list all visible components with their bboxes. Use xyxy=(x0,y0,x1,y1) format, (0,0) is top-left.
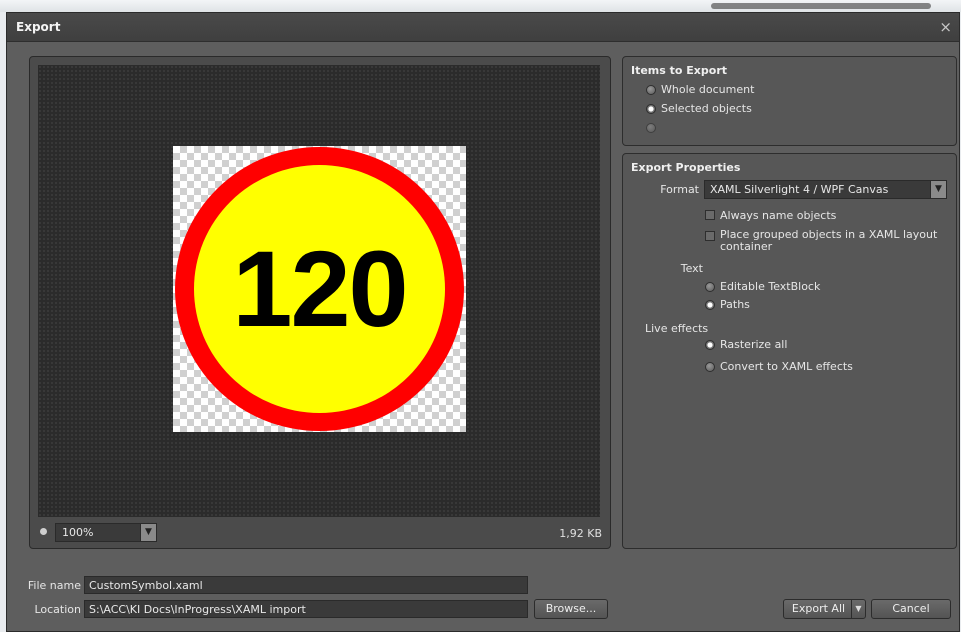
export-dialog: Export × 120 100% ▼ 1,92 KB Items to Exp… xyxy=(6,12,960,632)
radio-convert-xaml-effects[interactable] xyxy=(705,362,715,372)
format-label: Format xyxy=(660,183,699,196)
export-all-button[interactable]: Export All ▼ xyxy=(783,599,866,619)
window-shadow xyxy=(711,3,931,9)
speed-sign-ring: 120 xyxy=(175,147,464,431)
checkbox-always-name-objects[interactable] xyxy=(705,210,715,220)
transparency-checkerboard: 120 xyxy=(173,146,466,432)
text-section-label: Text xyxy=(680,262,703,275)
export-properties-title: Export Properties xyxy=(631,161,741,174)
location-label: Location xyxy=(34,603,81,616)
format-select[interactable]: XAML Silverlight 4 / WPF Canvas ▼ xyxy=(704,180,947,199)
radio-convert-xaml-effects-label: Convert to XAML effects xyxy=(720,360,853,373)
preview-canvas[interactable]: 120 xyxy=(38,65,600,517)
speed-sign-text: 120 xyxy=(232,228,408,349)
chevron-down-icon[interactable]: ▼ xyxy=(851,600,865,618)
location-value: S:\ACC\KI Docs\InProgress\XAML import xyxy=(89,603,306,616)
radio-editable-textblock-label: Editable TextBlock xyxy=(720,280,821,293)
radio-whole-document[interactable] xyxy=(646,85,656,95)
preview-panel: 120 100% ▼ 1,92 KB xyxy=(29,56,611,549)
checkbox-always-name-objects-label: Always name objects xyxy=(720,209,837,222)
radio-rasterize-all-label: Rasterize all xyxy=(720,338,788,351)
title-bar: Export × xyxy=(7,13,959,42)
radio-paths[interactable] xyxy=(705,300,715,310)
preview-toolbar: 100% ▼ 1,92 KB xyxy=(30,518,610,548)
zoom-indicator-icon xyxy=(40,528,47,535)
export-properties-group: Export Properties Format XAML Silverligh… xyxy=(622,153,957,549)
zoom-select[interactable]: 100% ▼ xyxy=(55,523,157,542)
radio-rasterize-all[interactable] xyxy=(705,340,715,350)
file-name-input[interactable]: CustomSymbol.xaml xyxy=(84,576,528,594)
browse-button[interactable]: Browse... xyxy=(534,599,608,619)
chevron-down-icon[interactable]: ▼ xyxy=(930,181,946,198)
file-name-label: File name xyxy=(27,579,81,592)
items-to-export-group: Items to Export Whole document Selected … xyxy=(622,56,957,146)
dialog-title: Export xyxy=(16,20,61,34)
chevron-down-icon[interactable]: ▼ xyxy=(140,524,156,541)
file-name-value: CustomSymbol.xaml xyxy=(89,579,203,592)
radio-disabled-option xyxy=(646,123,656,133)
live-effects-label: Live effects xyxy=(645,322,709,335)
radio-paths-label: Paths xyxy=(720,298,750,311)
zoom-value: 100% xyxy=(62,526,94,539)
location-input[interactable]: S:\ACC\KI Docs\InProgress\XAML import xyxy=(84,600,528,618)
radio-editable-textblock[interactable] xyxy=(705,282,715,292)
export-all-label: Export All xyxy=(791,602,846,615)
checkbox-place-grouped-objects-label: Place grouped objects in a XAML layout c… xyxy=(720,228,938,253)
radio-selected-objects[interactable] xyxy=(646,104,656,114)
desktop-top-strip xyxy=(0,0,961,12)
items-to-export-title: Items to Export xyxy=(631,64,728,77)
close-icon[interactable]: × xyxy=(939,18,952,36)
format-value: XAML Silverlight 4 / WPF Canvas xyxy=(710,183,889,196)
checkbox-place-grouped-objects[interactable] xyxy=(705,231,715,241)
file-size: 1,92 KB xyxy=(559,527,602,540)
radio-selected-objects-label: Selected objects xyxy=(661,102,752,115)
speed-sign-fill: 120 xyxy=(194,165,445,413)
cancel-button[interactable]: Cancel xyxy=(871,599,951,619)
radio-whole-document-label: Whole document xyxy=(661,83,755,96)
